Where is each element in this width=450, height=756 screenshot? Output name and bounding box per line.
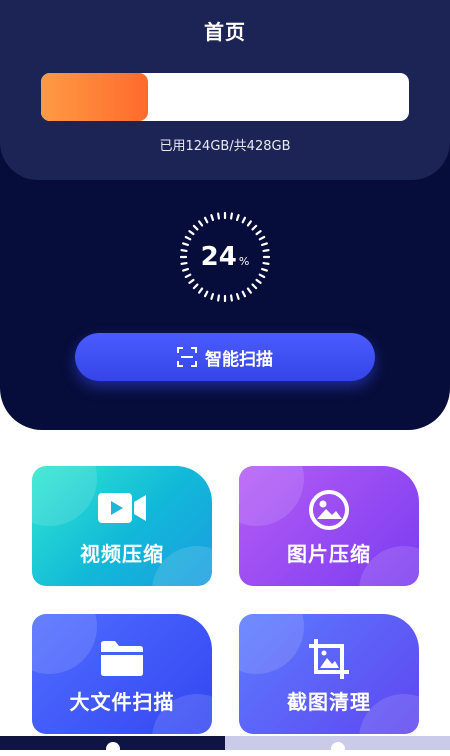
usage-gauge: 24 % bbox=[180, 212, 270, 302]
storage-panel: 首页 已用124GB/共428GB bbox=[0, 0, 450, 180]
crop-image-icon bbox=[309, 639, 349, 679]
video-camera-icon bbox=[98, 493, 146, 523]
storage-progress-fill bbox=[41, 73, 148, 121]
gauge-unit: % bbox=[238, 254, 250, 268]
image-icon bbox=[309, 490, 349, 530]
nav-tab-home[interactable] bbox=[0, 736, 225, 756]
storage-progress-bar bbox=[41, 73, 409, 121]
smart-scan-label: 智能扫描 bbox=[205, 349, 273, 370]
video-compress-card[interactable]: 视频压缩 bbox=[32, 466, 212, 586]
folder-icon bbox=[101, 641, 143, 676]
profile-icon bbox=[331, 742, 345, 756]
image-compress-card[interactable]: 图片压缩 bbox=[239, 466, 419, 586]
screenshot-clean-label: 截图清理 bbox=[287, 690, 371, 714]
nav-tab-other[interactable] bbox=[225, 736, 450, 756]
image-compress-label: 图片压缩 bbox=[287, 542, 371, 566]
large-file-scan-card[interactable]: 大文件扫描 bbox=[32, 614, 212, 734]
hero-panel: 首页 已用124GB/共428GB 24 % 智能扫描 bbox=[0, 0, 450, 430]
home-icon bbox=[106, 742, 120, 756]
smart-scan-button[interactable]: 智能扫描 bbox=[75, 333, 375, 381]
page-title: 首页 bbox=[204, 20, 246, 44]
video-compress-label: 视频压缩 bbox=[80, 542, 164, 566]
gauge-value: 24 bbox=[200, 242, 237, 272]
bottom-nav bbox=[0, 736, 450, 756]
screenshot-clean-card[interactable]: 截图清理 bbox=[239, 614, 419, 734]
large-file-scan-label: 大文件扫描 bbox=[69, 690, 175, 714]
storage-usage-text: 已用124GB/共428GB bbox=[159, 139, 291, 154]
scan-frame-icon bbox=[177, 347, 197, 367]
gauge-readout: 24 % bbox=[180, 212, 270, 302]
